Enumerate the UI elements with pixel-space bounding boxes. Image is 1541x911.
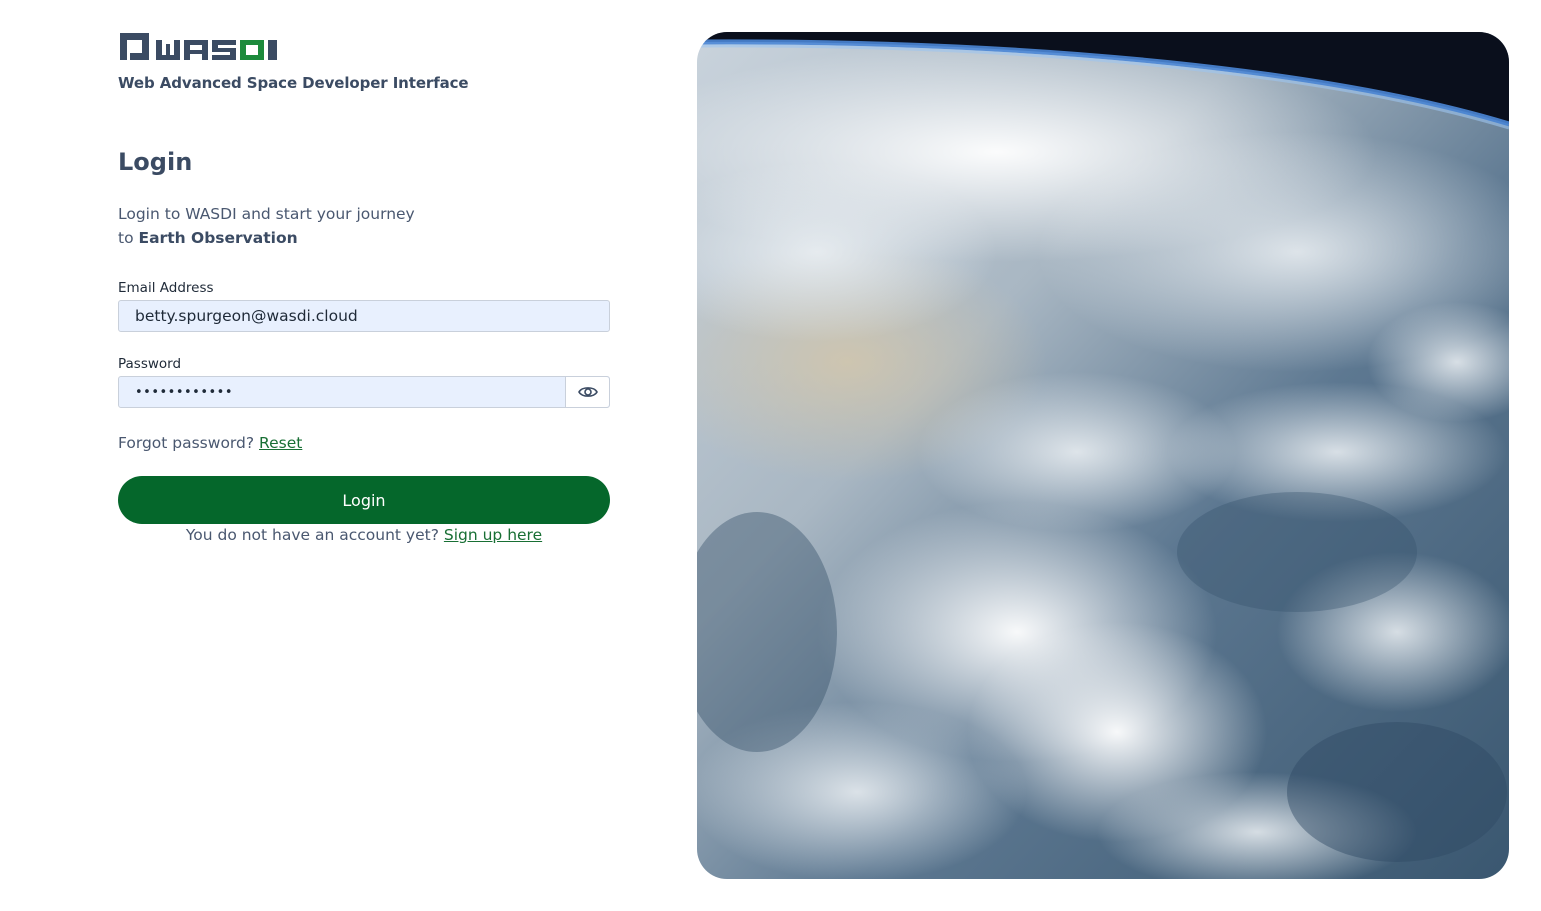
password-toggle-button[interactable] [565, 377, 609, 407]
signup-row: You do not have an account yet? Sign up … [118, 526, 610, 544]
eye-icon [577, 387, 598, 397]
intro-line-2-bold: Earth Observation [138, 229, 298, 247]
password-field[interactable]: •••••••••••• [118, 376, 610, 408]
tagline: Web Advanced Space Developer Interface [118, 74, 469, 92]
login-panel: Web Advanced Space Developer Interface L… [118, 30, 610, 544]
password-value[interactable]: •••••••••••• [119, 385, 233, 400]
intro-line-1: Login to WASDI and start your journey [118, 205, 415, 223]
email-value[interactable]: betty.spurgeon@wasdi.cloud [119, 307, 358, 325]
forgot-password-row: Forgot password? Reset [118, 434, 610, 452]
intro-text: Login to WASDI and start your journey to… [118, 202, 458, 250]
login-button[interactable]: Login [118, 476, 610, 524]
earth-hero-image [697, 32, 1509, 879]
page-title: Login [118, 148, 193, 176]
login-page: Web Advanced Space Developer Interface L… [0, 0, 1541, 911]
intro-line-2-prefix: to [118, 229, 139, 247]
forgot-password-text: Forgot password? [118, 434, 260, 452]
signup-link[interactable]: Sign up here [444, 526, 542, 544]
signup-text: You do not have an account yet? [185, 526, 444, 544]
password-label: Password [118, 356, 182, 372]
wasdi-logo [120, 33, 277, 60]
email-label: Email Address [118, 280, 214, 296]
email-field[interactable]: betty.spurgeon@wasdi.cloud [118, 300, 610, 332]
reset-link[interactable]: Reset [259, 434, 302, 452]
